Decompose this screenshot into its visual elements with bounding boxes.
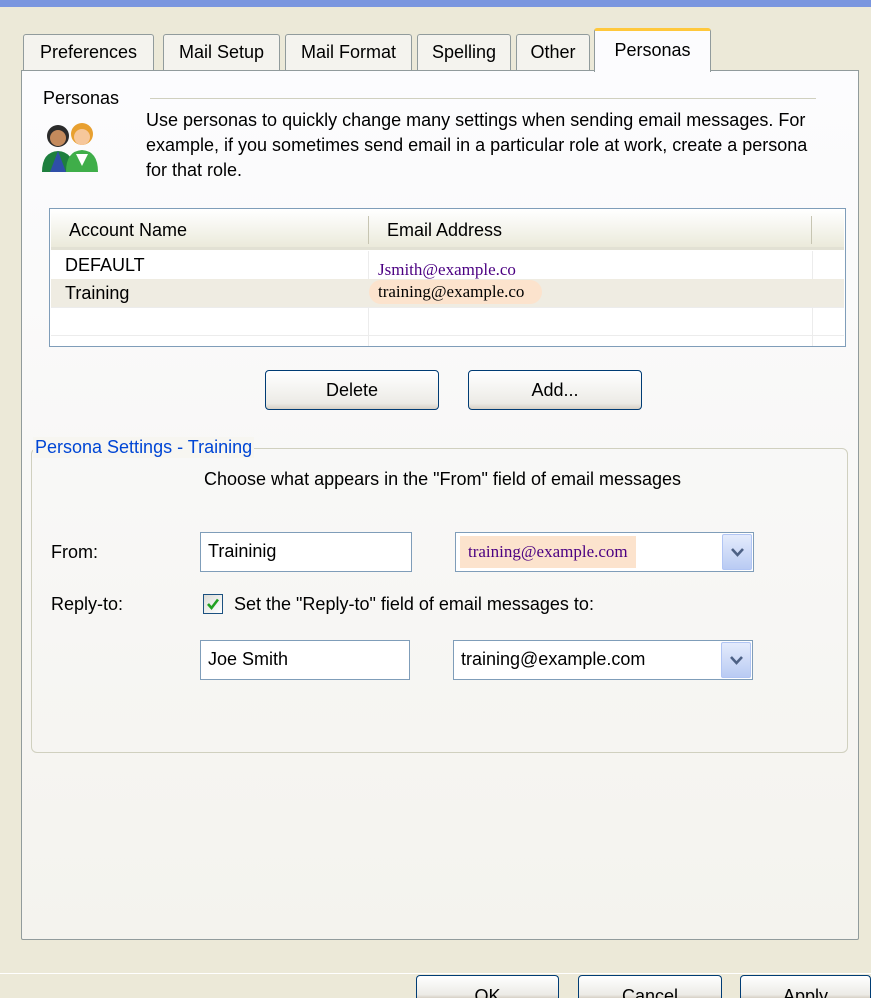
ok-button[interactable]: OK — [416, 975, 559, 998]
column-divider — [368, 216, 369, 244]
reply-email-value: training@example.com — [461, 649, 646, 669]
reply-email-dropdown-button[interactable] — [721, 642, 751, 678]
from-email-value: training@example.com — [460, 536, 636, 568]
delete-button[interactable]: Delete — [265, 370, 439, 410]
grid-line — [51, 335, 844, 336]
personas-group-divider — [150, 98, 816, 99]
tab-other[interactable]: Other — [516, 34, 590, 70]
personas-group-label: Personas — [43, 88, 120, 108]
grid-line — [51, 307, 844, 308]
personas-description: Use personas to quickly change many sett… — [146, 110, 808, 180]
add-button[interactable]: Add... — [468, 370, 642, 410]
chevron-down-icon — [731, 548, 744, 557]
reply-to-label: Reply-to: — [51, 594, 124, 614]
checkmark-icon — [207, 598, 220, 611]
reply-email-select[interactable]: training@example.com — [453, 640, 753, 680]
persona-settings-legend: Persona Settings - Training — [33, 437, 255, 458]
personas-icon — [42, 123, 98, 172]
reply-name-field[interactable]: Joe Smith — [200, 640, 410, 680]
account-email: Jsmith@example.co — [378, 260, 516, 279]
account-name: Training — [65, 283, 130, 303]
list-header: Account Name Email Address — [51, 210, 844, 250]
apply-button[interactable]: Apply — [740, 975, 871, 998]
tab-preferences[interactable]: Preferences — [23, 34, 154, 70]
account-name: DEFAULT — [65, 255, 145, 275]
tab-spelling[interactable]: Spelling — [417, 34, 511, 70]
list-item[interactable]: DEFAULT Jsmith@example.co — [51, 253, 844, 281]
cancel-button[interactable]: Cancel — [578, 975, 722, 998]
tab-personas[interactable]: Personas — [594, 28, 711, 72]
footer-divider — [0, 973, 871, 974]
window-title-bar — [0, 0, 871, 7]
column-header-email-address[interactable]: Email Address — [387, 220, 502, 241]
list-item-selected[interactable]: Training training@example.co — [51, 279, 844, 307]
account-email: training@example.co — [369, 280, 543, 304]
tab-mail-format[interactable]: Mail Format — [285, 34, 412, 70]
reply-to-checkbox[interactable] — [203, 594, 223, 614]
from-label: From: — [51, 542, 98, 562]
from-hint: Choose what appears in the "From" field … — [204, 469, 682, 489]
tab-mail-setup[interactable]: Mail Setup — [163, 34, 280, 70]
accounts-list[interactable]: Account Name Email Address DEFAULT Jsmit… — [49, 208, 846, 347]
reply-to-checkbox-label[interactable]: Set the "Reply-to" field of email messag… — [234, 594, 594, 615]
chevron-down-icon — [730, 656, 743, 665]
from-email-dropdown-button[interactable] — [722, 534, 752, 570]
column-header-account-name[interactable]: Account Name — [69, 220, 187, 241]
column-divider — [811, 216, 812, 244]
from-name-field[interactable]: Traininig — [200, 532, 412, 572]
from-email-select[interactable]: training@example.com — [455, 532, 754, 572]
